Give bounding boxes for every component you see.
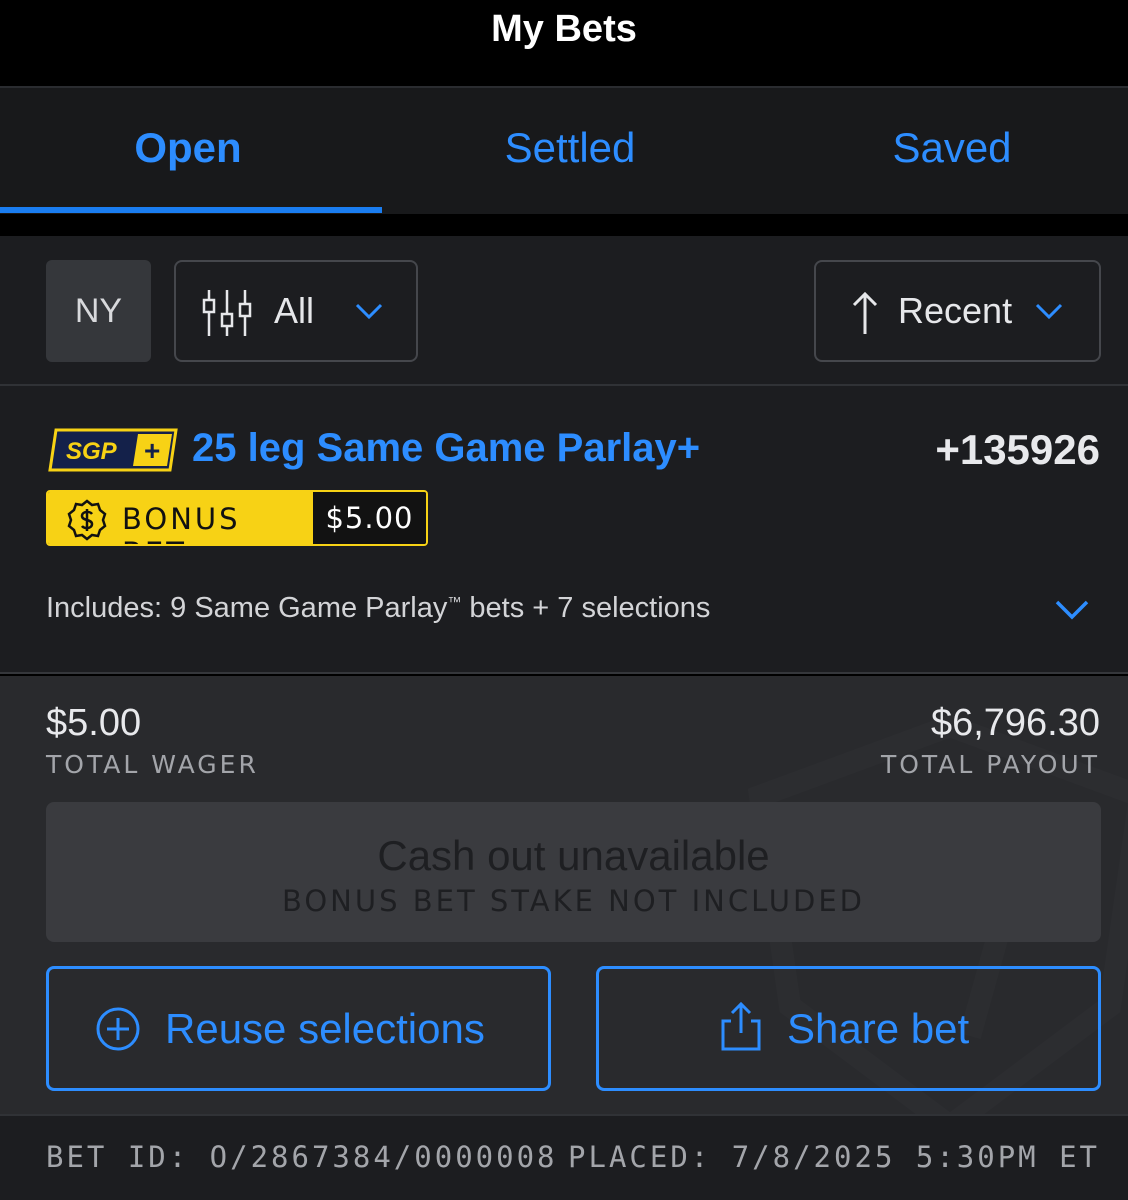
bet-id: BET ID: O/2867384/0000008 bbox=[46, 1140, 558, 1174]
bet-card-header: SGP + 25 leg Same Game Parlay+ +135926 B… bbox=[0, 386, 1128, 674]
total-wager-amount: $5.00 bbox=[46, 702, 142, 744]
cash-out-status: Cash out unavailable bbox=[377, 832, 770, 879]
bonus-bet-label: BONUS BET bbox=[122, 502, 241, 544]
bet-includes-summary: Includes: 9 Same Game Parlay™ bets + 7 s… bbox=[46, 592, 710, 625]
bonus-bet-amount: $5.00 bbox=[313, 492, 426, 544]
tab-settled[interactable]: Settled bbox=[382, 88, 758, 214]
includes-suffix: bets + 7 selections bbox=[461, 592, 711, 624]
state-selector[interactable]: NY bbox=[46, 260, 151, 362]
total-payout-amount: $6,796.30 bbox=[930, 702, 1100, 744]
chevron-down-icon bbox=[355, 303, 383, 320]
dollar-coin-icon bbox=[67, 499, 107, 541]
sgp-badge-text: SGP bbox=[66, 438, 118, 465]
plus-circle-icon bbox=[96, 1007, 140, 1051]
sgp-badge-plus: + bbox=[144, 435, 160, 466]
cash-out-button: Cash out unavailable BONUS BET STAKE NOT… bbox=[46, 802, 1101, 942]
reuse-selections-button[interactable]: Reuse selections bbox=[46, 966, 551, 1091]
share-bet-label: Share bet bbox=[787, 1005, 970, 1052]
total-payout-label: TOTAL PAYOUT bbox=[880, 750, 1100, 779]
tab-open[interactable]: Open bbox=[0, 88, 376, 214]
app-header: My Bets bbox=[0, 0, 1128, 88]
bet-footer: BET ID: O/2867384/0000008 PLACED: 7/8/20… bbox=[0, 1114, 1128, 1200]
reuse-selections-label: Reuse selections bbox=[165, 1005, 485, 1052]
sort-label: Recent bbox=[898, 290, 1013, 331]
cash-out-note: BONUS BET STAKE NOT INCLUDED bbox=[281, 884, 866, 918]
tab-saved[interactable]: Saved bbox=[764, 88, 1128, 214]
bet-type-filter-label: All bbox=[274, 290, 315, 331]
sgp-plus-badge: SGP + bbox=[48, 428, 178, 472]
page-title: My Bets bbox=[491, 8, 637, 50]
bet-placed-time: PLACED: 7/8/2025 5:30PM ET bbox=[568, 1140, 1100, 1174]
bonus-bet-badge: BONUS BET $5.00 bbox=[46, 490, 428, 546]
arrow-up-icon bbox=[852, 291, 878, 334]
share-icon bbox=[721, 1001, 761, 1051]
sliders-icon bbox=[202, 290, 252, 336]
bet-tabs: Open Settled Saved bbox=[0, 88, 1128, 214]
total-wager-label: TOTAL WAGER bbox=[46, 750, 259, 779]
filter-bar: NY All Recent bbox=[0, 236, 1128, 386]
sort-selector[interactable]: Recent bbox=[814, 260, 1101, 362]
includes-prefix: Includes: 9 Same Game Parlay bbox=[46, 592, 448, 624]
active-tab-indicator bbox=[0, 207, 382, 213]
bet-type-filter[interactable]: All bbox=[174, 260, 418, 362]
trademark-mark: ™ bbox=[447, 593, 462, 610]
chevron-down-icon bbox=[1035, 303, 1063, 320]
bet-title[interactable]: 25 leg Same Game Parlay+ bbox=[192, 426, 700, 471]
bet-odds: +135926 bbox=[935, 426, 1100, 473]
section-gap bbox=[0, 214, 1128, 236]
bet-card-body: $5.00 TOTAL WAGER $6,796.30 TOTAL PAYOUT… bbox=[0, 676, 1128, 1114]
share-bet-button[interactable]: Share bet bbox=[596, 966, 1101, 1091]
chevron-down-icon[interactable] bbox=[1054, 596, 1090, 622]
